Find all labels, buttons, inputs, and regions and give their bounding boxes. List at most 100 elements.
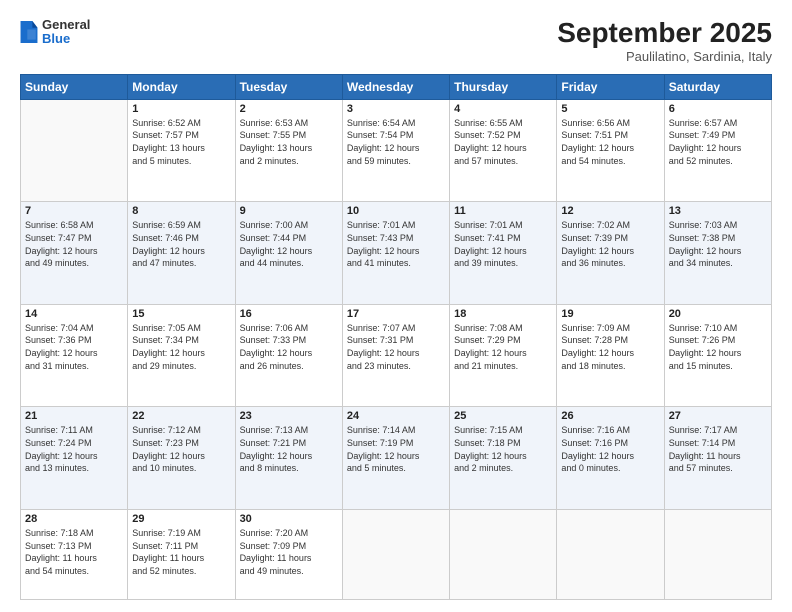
calendar-body: 1Sunrise: 6:52 AM Sunset: 7:57 PM Daylig… [21, 99, 772, 599]
calendar-table: SundayMondayTuesdayWednesdayThursdayFrid… [20, 74, 772, 600]
weekday-header-sunday: Sunday [21, 74, 128, 99]
day-info: Sunrise: 7:20 AM Sunset: 7:09 PM Dayligh… [240, 527, 338, 577]
calendar-cell [342, 509, 449, 599]
day-info: Sunrise: 6:58 AM Sunset: 7:47 PM Dayligh… [25, 219, 123, 269]
day-number: 17 [347, 308, 445, 320]
day-info: Sunrise: 7:11 AM Sunset: 7:24 PM Dayligh… [25, 424, 123, 474]
day-number: 28 [25, 513, 123, 525]
calendar-cell: 1Sunrise: 6:52 AM Sunset: 7:57 PM Daylig… [128, 99, 235, 202]
logo-text: General Blue [42, 18, 90, 47]
calendar-cell: 24 Sunrise: 7:14 AM Sunset: 7:19 PM Dayli… [342, 407, 449, 510]
day-info: Sunrise: 7:03 AM Sunset: 7:38 PM Dayligh… [669, 219, 767, 269]
logo-line2: Blue [42, 32, 90, 46]
calendar-week-row: 7 Sunrise: 6:58 AM Sunset: 7:47 PM Daylig… [21, 202, 772, 305]
calendar-cell [557, 509, 664, 599]
day-number: 4 [454, 103, 552, 115]
day-info: Sunrise: 7:18 AM Sunset: 7:13 PM Dayligh… [25, 527, 123, 577]
day-number: 24 [347, 410, 445, 422]
month-title: September 2025 [557, 18, 772, 49]
calendar-cell: 6 Sunrise: 6:57 AM Sunset: 7:49 PM Daylig… [664, 99, 771, 202]
day-number: 22 [132, 410, 230, 422]
weekday-header-monday: Monday [128, 74, 235, 99]
weekday-header-tuesday: Tuesday [235, 74, 342, 99]
calendar-cell: 11Sunrise: 7:01 AM Sunset: 7:41 PM Dayli… [450, 202, 557, 305]
day-info: Sunrise: 7:07 AM Sunset: 7:31 PM Dayligh… [347, 322, 445, 372]
day-number: 29 [132, 513, 230, 525]
day-number: 9 [240, 205, 338, 217]
weekday-header-thursday: Thursday [450, 74, 557, 99]
calendar-cell: 21 Sunrise: 7:11 AM Sunset: 7:24 PM Dayli… [21, 407, 128, 510]
calendar-cell: 26 Sunrise: 7:16 AM Sunset: 7:16 PM Dayli… [557, 407, 664, 510]
logo-icon [20, 21, 38, 43]
title-block: September 2025 Paulilatino, Sardinia, It… [557, 18, 772, 64]
day-number: 18 [454, 308, 552, 320]
day-info: Sunrise: 6:59 AM Sunset: 7:46 PM Dayligh… [132, 219, 230, 269]
page: General Blue September 2025 Paulilatino,… [0, 0, 792, 612]
calendar-cell: 8Sunrise: 6:59 AM Sunset: 7:46 PM Daylig… [128, 202, 235, 305]
calendar-cell: 7 Sunrise: 6:58 AM Sunset: 7:47 PM Daylig… [21, 202, 128, 305]
day-number: 3 [347, 103, 445, 115]
day-info: Sunrise: 6:57 AM Sunset: 7:49 PM Dayligh… [669, 117, 767, 167]
calendar-cell: 16Sunrise: 7:06 AM Sunset: 7:33 PM Dayli… [235, 304, 342, 407]
day-number: 21 [25, 410, 123, 422]
calendar-cell [664, 509, 771, 599]
calendar-cell: 5 Sunrise: 6:56 AM Sunset: 7:51 PM Daylig… [557, 99, 664, 202]
day-number: 19 [561, 308, 659, 320]
calendar-cell: 10Sunrise: 7:01 AM Sunset: 7:43 PM Dayli… [342, 202, 449, 305]
day-info: Sunrise: 7:14 AM Sunset: 7:19 PM Dayligh… [347, 424, 445, 474]
day-number: 10 [347, 205, 445, 217]
calendar-cell: 14Sunrise: 7:04 AM Sunset: 7:36 PM Dayli… [21, 304, 128, 407]
weekday-header-row: SundayMondayTuesdayWednesdayThursdayFrid… [21, 74, 772, 99]
calendar-header: SundayMondayTuesdayWednesdayThursdayFrid… [21, 74, 772, 99]
calendar-cell: 20 Sunrise: 7:10 AM Sunset: 7:26 PM Dayli… [664, 304, 771, 407]
day-number: 16 [240, 308, 338, 320]
calendar-cell: 15Sunrise: 7:05 AM Sunset: 7:34 PM Dayli… [128, 304, 235, 407]
logo: General Blue [20, 18, 90, 47]
day-number: 23 [240, 410, 338, 422]
day-number: 6 [669, 103, 767, 115]
day-info: Sunrise: 6:52 AM Sunset: 7:57 PM Dayligh… [132, 117, 230, 167]
calendar-cell: 30 Sunrise: 7:20 AM Sunset: 7:09 PM Dayli… [235, 509, 342, 599]
calendar-cell: 3 Sunrise: 6:54 AM Sunset: 7:54 PM Daylig… [342, 99, 449, 202]
day-info: Sunrise: 6:56 AM Sunset: 7:51 PM Dayligh… [561, 117, 659, 167]
day-info: Sunrise: 7:05 AM Sunset: 7:34 PM Dayligh… [132, 322, 230, 372]
location-subtitle: Paulilatino, Sardinia, Italy [557, 49, 772, 64]
calendar-cell: 13 Sunrise: 7:03 AM Sunset: 7:38 PM Dayli… [664, 202, 771, 305]
calendar-cell: 25Sunrise: 7:15 AM Sunset: 7:18 PM Dayli… [450, 407, 557, 510]
day-info: Sunrise: 7:16 AM Sunset: 7:16 PM Dayligh… [561, 424, 659, 474]
calendar-cell [450, 509, 557, 599]
day-number: 2 [240, 103, 338, 115]
day-info: Sunrise: 7:10 AM Sunset: 7:26 PM Dayligh… [669, 322, 767, 372]
day-info: Sunrise: 6:53 AM Sunset: 7:55 PM Dayligh… [240, 117, 338, 167]
day-info: Sunrise: 7:13 AM Sunset: 7:21 PM Dayligh… [240, 424, 338, 474]
day-info: Sunrise: 7:09 AM Sunset: 7:28 PM Dayligh… [561, 322, 659, 372]
day-number: 12 [561, 205, 659, 217]
calendar-week-row: 1Sunrise: 6:52 AM Sunset: 7:57 PM Daylig… [21, 99, 772, 202]
day-number: 13 [669, 205, 767, 217]
day-number: 26 [561, 410, 659, 422]
day-number: 7 [25, 205, 123, 217]
calendar-cell: 12Sunrise: 7:02 AM Sunset: 7:39 PM Dayli… [557, 202, 664, 305]
weekday-header-friday: Friday [557, 74, 664, 99]
calendar-cell: 27Sunrise: 7:17 AM Sunset: 7:14 PM Dayli… [664, 407, 771, 510]
day-info: Sunrise: 7:17 AM Sunset: 7:14 PM Dayligh… [669, 424, 767, 474]
day-number: 30 [240, 513, 338, 525]
weekday-header-saturday: Saturday [664, 74, 771, 99]
day-info: Sunrise: 7:12 AM Sunset: 7:23 PM Dayligh… [132, 424, 230, 474]
header: General Blue September 2025 Paulilatino,… [20, 18, 772, 64]
calendar-week-row: 21 Sunrise: 7:11 AM Sunset: 7:24 PM Dayli… [21, 407, 772, 510]
calendar-cell: 29Sunrise: 7:19 AM Sunset: 7:11 PM Dayli… [128, 509, 235, 599]
day-info: Sunrise: 7:15 AM Sunset: 7:18 PM Dayligh… [454, 424, 552, 474]
calendar-cell: 23 Sunrise: 7:13 AM Sunset: 7:21 PM Dayli… [235, 407, 342, 510]
calendar-week-row: 14Sunrise: 7:04 AM Sunset: 7:36 PM Dayli… [21, 304, 772, 407]
day-info: Sunrise: 6:55 AM Sunset: 7:52 PM Dayligh… [454, 117, 552, 167]
day-number: 20 [669, 308, 767, 320]
calendar-cell: 4 Sunrise: 6:55 AM Sunset: 7:52 PM Daylig… [450, 99, 557, 202]
weekday-header-wednesday: Wednesday [342, 74, 449, 99]
calendar-cell: 2 Sunrise: 6:53 AM Sunset: 7:55 PM Daylig… [235, 99, 342, 202]
logo-line1: General [42, 18, 90, 32]
calendar-cell [21, 99, 128, 202]
day-info: Sunrise: 6:54 AM Sunset: 7:54 PM Dayligh… [347, 117, 445, 167]
calendar-cell: 17 Sunrise: 7:07 AM Sunset: 7:31 PM Dayli… [342, 304, 449, 407]
day-number: 5 [561, 103, 659, 115]
